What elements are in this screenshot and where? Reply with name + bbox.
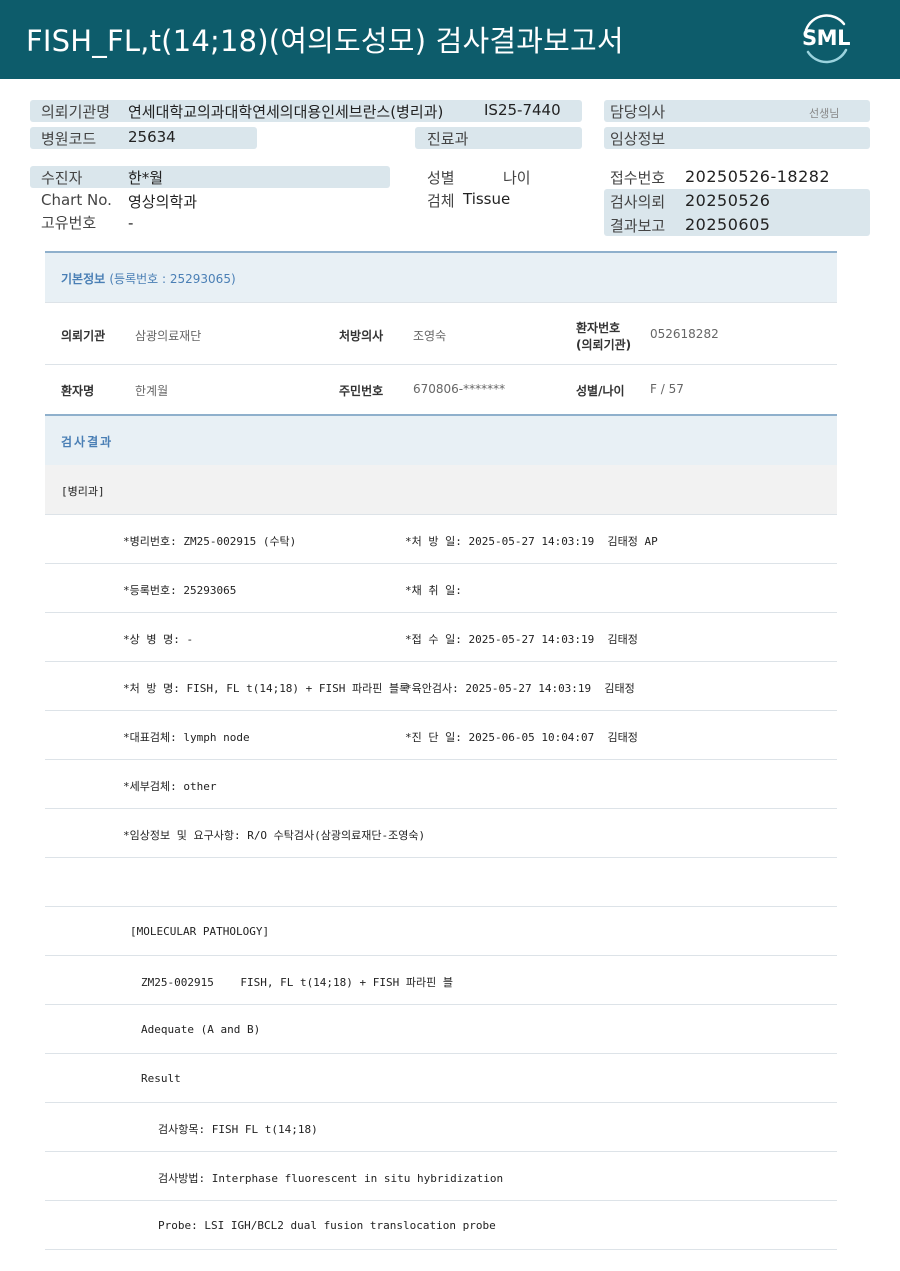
sexage-label: 성별/나이 [576, 384, 625, 398]
results-heading: 검사결과 [61, 435, 114, 449]
request-label: 검사의뢰 [610, 193, 666, 211]
result-line: *대표검체: lymph node *진 단 일: 2025-06-05 10:… [45, 711, 837, 760]
unique-label: 고유번호 [41, 214, 97, 232]
molecular-line: Result [45, 1054, 837, 1103]
patient-pill [30, 166, 390, 188]
logo-text: SML [802, 26, 850, 50]
receipt-label: 접수번호 [610, 169, 666, 187]
result-line-left: *병리번호: ZM25-002915 (수탁) [123, 535, 297, 548]
doctor-suffix: 선생님 [809, 107, 840, 120]
molecular-line: 검사방법: Interphase fluorescent in situ hyb… [45, 1152, 837, 1201]
institution-code: IS25-7440 [484, 101, 561, 119]
patient-no-label-line1: 환자번호 [576, 321, 621, 335]
requester-label: 의뢰기관 [61, 329, 106, 343]
institution-label: 의뢰기관명 [41, 103, 111, 121]
name-value: 한계월 [135, 384, 169, 398]
hospital-code-value: 25634 [128, 128, 176, 146]
result-line-right: *채 취 일: [405, 584, 462, 597]
prescriber-label: 처방의사 [339, 329, 384, 343]
molecular-line: Probe: LSI IGH/BCL2 dual fusion transloc… [45, 1201, 837, 1250]
patient-value: 한*월 [128, 169, 164, 187]
patient-label: 수진자 [41, 169, 83, 187]
molecular-text: Adequate (A and B) [141, 1023, 261, 1036]
receipt-value: 20250526-18282 [685, 167, 831, 186]
clinical-label: 임상정보 [610, 130, 666, 148]
result-line: *상 병 명: - *접 수 일: 2025-05-27 14:03:19 김태… [45, 613, 837, 662]
report-label: 결과보고 [610, 217, 666, 235]
molecular-text: 검사방법: Interphase fluorescent in situ hyb… [158, 1172, 504, 1185]
molecular-text: Result [141, 1072, 181, 1085]
specimen-value: Tissue [463, 190, 511, 208]
chart-label: Chart No. [41, 191, 112, 209]
basic-info-header: 기본정보 (등록번호 : 25293065) [45, 251, 837, 302]
report-value: 20250605 [685, 215, 771, 234]
doctor-label: 담당의사 [610, 103, 666, 121]
result-line: *처 방 명: FISH, FL t(14;18) + FISH 파라핀 블록 … [45, 662, 837, 711]
sexage-value: F / 57 [650, 382, 684, 396]
result-line-left: *세부검체: other [123, 780, 217, 793]
patient-no-value: 052618282 [650, 327, 719, 341]
patient-no-label-line2: (의뢰기관) [576, 338, 632, 352]
results-header: 검사결과 [45, 414, 837, 465]
specimen-label: 검체 [427, 192, 455, 210]
result-line-right: *처 방 일: 2025-05-27 14:03:19 김태정 AP [405, 535, 658, 548]
rrn-value: 670806-******* [413, 382, 506, 396]
result-line-left: *상 병 명: - [123, 633, 194, 646]
sex-label: 성별 [427, 169, 455, 187]
sml-logo: SML [798, 12, 854, 66]
age-label: 나이 [503, 169, 531, 187]
department-tag: [병리과] [61, 485, 105, 498]
rrn-label: 주민번호 [339, 384, 384, 398]
basic-info-row-1: 의뢰기관 삼광의료재단 처방의사 조영숙 환자번호 (의뢰기관) 0526182… [45, 302, 837, 365]
result-line: *병리번호: ZM25-002915 (수탁) *처 방 일: 2025-05-… [45, 515, 837, 564]
name-label: 환자명 [61, 384, 95, 398]
result-line-right: *육안검사: 2025-05-27 14:03:19 김태정 [405, 682, 635, 695]
molecular-heading: [MOLECULAR PATHOLOGY] [130, 925, 270, 938]
molecular-line: Adequate (A and B) [45, 1005, 837, 1054]
result-line-blank [45, 858, 837, 907]
result-line: *세부검체: other [45, 760, 837, 809]
molecular-line: [MOLECULAR PATHOLOGY] [45, 907, 837, 956]
result-line-left: *대표검체: lymph node [123, 731, 250, 744]
result-line-right: *접 수 일: 2025-05-27 14:03:19 김태정 [405, 633, 638, 646]
basic-info-row-2: 환자명 한계월 주민번호 670806-******* 성별/나이 F / 57 [45, 365, 837, 415]
result-line-left: *등록번호: 25293065 [123, 584, 237, 597]
molecular-text: ZM25-002915 FISH, FL t(14;18) + FISH 파라핀… [141, 976, 454, 989]
molecular-line: 검사항목: FISH FL t(14;18) [45, 1103, 837, 1152]
molecular-text: 검사항목: FISH FL t(14;18) [158, 1123, 318, 1136]
result-line: *임상정보 및 요구사항: R/O 수탁검사(삼광의료재단-조영숙) [45, 809, 837, 858]
prescriber-value: 조영숙 [413, 329, 447, 343]
request-value: 20250526 [685, 191, 771, 210]
result-line: *등록번호: 25293065 *채 취 일: [45, 564, 837, 613]
registration-number: (등록번호 : 25293065) [109, 272, 236, 286]
hospital-code-label: 병원코드 [41, 130, 97, 148]
molecular-line: ZM25-002915 FISH, FL t(14;18) + FISH 파라핀… [45, 956, 837, 1005]
result-line-left: *처 방 명: FISH, FL t(14;18) + FISH 파라핀 블록 [123, 682, 410, 695]
department-band: [병리과] [45, 465, 837, 515]
report-title: FISH_FL,t(14;18)(여의도성모) 검사결과보고서 [26, 24, 624, 58]
chart-value: 영상의학과 [128, 193, 198, 211]
molecular-text: Probe: LSI IGH/BCL2 dual fusion transloc… [158, 1219, 496, 1232]
basic-info-heading: 기본정보 [61, 272, 106, 286]
department-label: 진료과 [427, 130, 469, 148]
institution-value: 연세대학교의과대학연세의대용인세브란스(병리과) [128, 103, 444, 121]
requester-value: 삼광의료재단 [135, 329, 202, 343]
patient-no-label: 환자번호 (의뢰기관) [576, 319, 631, 353]
unique-value: - [128, 214, 134, 232]
result-line-left: *임상정보 및 요구사항: R/O 수탁검사(삼광의료재단-조영숙) [123, 829, 426, 842]
report-header: FISH_FL,t(14;18)(여의도성모) 검사결과보고서 SML [0, 0, 900, 79]
result-line-right: *진 단 일: 2025-06-05 10:04:07 김태정 [405, 731, 638, 744]
